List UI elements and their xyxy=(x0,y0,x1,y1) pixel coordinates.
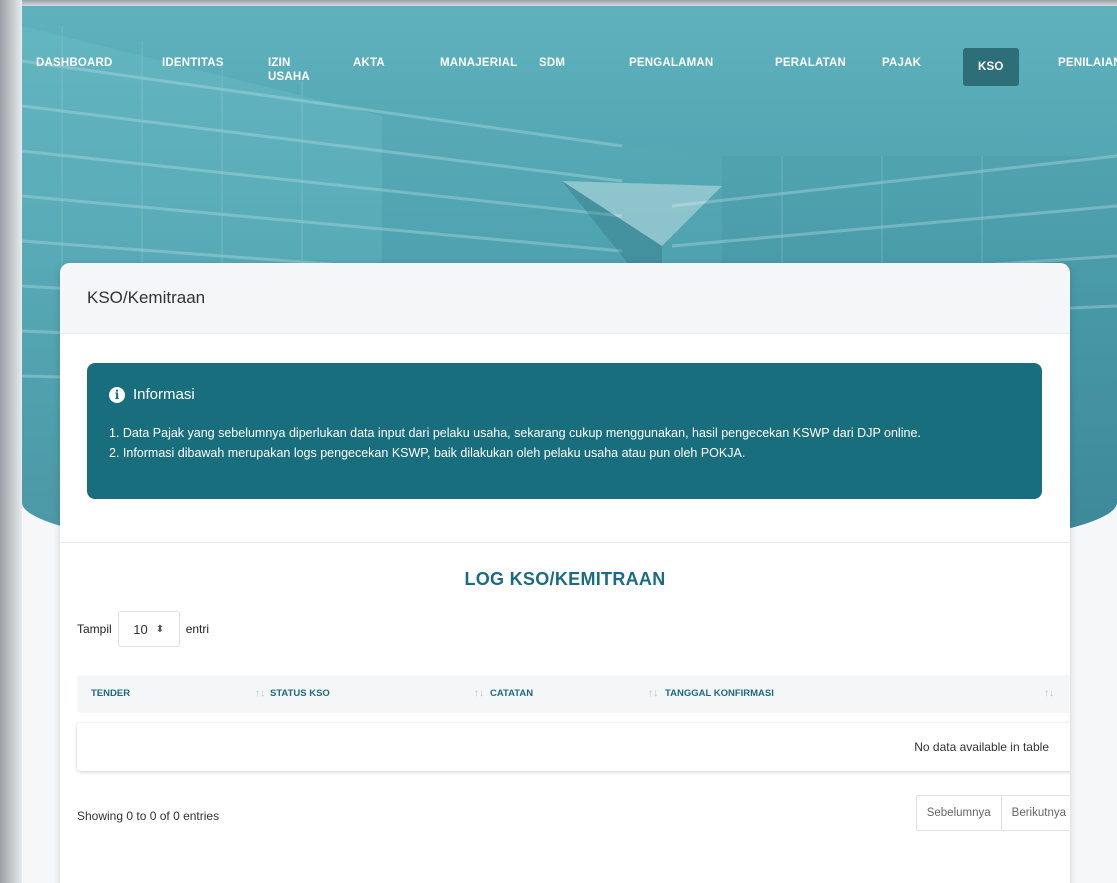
nav-kso[interactable]: KSO xyxy=(963,48,1019,86)
nav-akta[interactable]: AKTA xyxy=(353,56,385,70)
select-arrows-icon: ⬍ xyxy=(155,623,165,635)
length-control: Tampil 10 ⬍ entri xyxy=(77,611,209,647)
table-body: No data available in table xyxy=(77,723,1070,771)
next-button[interactable]: Berikutnya xyxy=(1000,796,1070,830)
prev-button[interactable]: Sebelumnya xyxy=(917,796,1001,830)
info-body: 1. Data Pajak yang sebelumnya diperlukan… xyxy=(109,423,921,463)
log-title: LOG KSO/KEMITRAAN xyxy=(464,569,666,589)
page-viewport: DASHBOARD IDENTITAS IZIN USAHA AKTA MANA… xyxy=(22,6,1117,883)
length-select[interactable]: 10 ⬍ xyxy=(117,611,180,647)
nav-peralatan[interactable]: PERALATAN xyxy=(775,56,846,70)
nav-manajerial[interactable]: MANAJERIAL xyxy=(440,56,517,70)
info-icon: i xyxy=(109,386,125,403)
empty-message: No data available in table xyxy=(914,740,1049,754)
window-left-edge xyxy=(0,0,22,883)
table-header: TENDER ↑↓ STATUS KSO ↑↓ CATATAN ↑↓ TANGG… xyxy=(77,675,1070,713)
info-line-2: 2. Informasi dibawah merupakan logs peng… xyxy=(109,446,746,460)
col-status-kso[interactable]: STATUS KSO xyxy=(270,675,330,713)
info-panel: i Informasi 1. Data Pajak yang sebelumny… xyxy=(87,363,1042,499)
nav-dashboard[interactable]: DASHBOARD xyxy=(36,56,113,70)
length-value: 10 xyxy=(133,621,148,637)
nav-identitas[interactable]: IDENTITAS xyxy=(162,56,224,70)
nav-pajak[interactable]: PAJAK xyxy=(882,56,921,70)
sort-icon[interactable]: ↑↓ xyxy=(255,675,265,713)
pagination: Sebelumnya Berikutnya xyxy=(915,795,1070,831)
sort-icon[interactable]: ↑↓ xyxy=(474,675,484,713)
info-title-text: Informasi xyxy=(133,386,195,403)
nav-sdm[interactable]: SDM xyxy=(539,56,565,70)
section-divider xyxy=(60,542,1070,543)
card-title: KSO/Kemitraan xyxy=(87,288,206,307)
length-prefix: Tampil xyxy=(77,622,112,636)
nav-penilaian[interactable]: PENILAIAN xyxy=(1058,56,1117,70)
sort-icon[interactable]: ↑↓ xyxy=(1044,675,1054,713)
sort-icon[interactable]: ↑↓ xyxy=(648,675,658,713)
col-tender[interactable]: TENDER xyxy=(91,675,130,713)
col-tanggal-konfirmasi[interactable]: TANGGAL KONFIRMASI xyxy=(665,675,774,713)
table-info: Showing 0 to 0 of 0 entries xyxy=(77,809,220,823)
card-header: KSO/Kemitraan xyxy=(60,263,1070,334)
info-heading: i Informasi xyxy=(109,386,195,403)
info-line-1: 1. Data Pajak yang sebelumnya diperlukan… xyxy=(109,426,921,440)
main-nav: DASHBOARD IDENTITAS IZIN USAHA AKTA MANA… xyxy=(22,48,1117,106)
col-catatan[interactable]: CATATAN xyxy=(490,675,533,713)
kso-card: KSO/Kemitraan i Informasi 1. Data Pajak … xyxy=(60,263,1070,883)
nav-pengalaman[interactable]: PENGALAMAN xyxy=(629,56,713,70)
length-suffix: entri xyxy=(185,622,210,636)
nav-izin-usaha[interactable]: IZIN USAHA xyxy=(268,56,310,84)
window-frame: DASHBOARD IDENTITAS IZIN USAHA AKTA MANA… xyxy=(0,0,1117,883)
